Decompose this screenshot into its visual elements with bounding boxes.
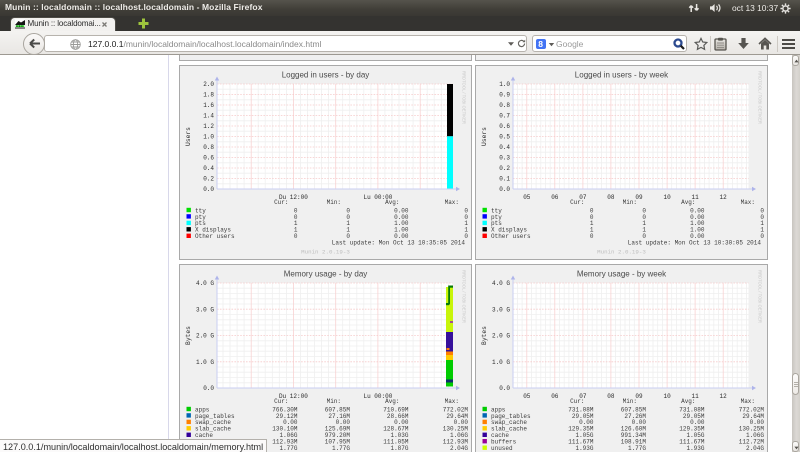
svg-text:Bytes: Bytes: [185, 326, 192, 345]
svg-text:0.2: 0.2: [499, 165, 510, 172]
svg-text:1.0: 1.0: [499, 81, 510, 88]
svg-text:0.6: 0.6: [499, 123, 510, 130]
svg-text:0.0: 0.0: [499, 385, 510, 392]
svg-text:0.0: 0.0: [499, 186, 510, 193]
svg-text:2.0 G: 2.0 G: [196, 333, 214, 340]
svg-text:0.0: 0.0: [203, 186, 214, 193]
svg-text:0.1: 0.1: [499, 176, 510, 183]
svg-text:10: 10: [663, 194, 671, 201]
svg-text:3.0 G: 3.0 G: [196, 307, 214, 314]
svg-text:0.0: 0.0: [203, 385, 214, 392]
svg-text:Cur:: Cur:: [570, 398, 584, 405]
svg-text:Memory usage - by day: Memory usage - by day: [284, 270, 368, 279]
svg-text:0.4: 0.4: [499, 144, 510, 151]
svg-text:1.0: 1.0: [203, 134, 214, 141]
svg-text:Max:: Max:: [741, 199, 755, 206]
svg-text:Cur:: Cur:: [570, 199, 584, 206]
svg-text:Avg:: Avg:: [385, 398, 399, 405]
svg-text:Memory usage - by week: Memory usage - by week: [577, 270, 667, 279]
svg-text:Min:: Min:: [327, 398, 341, 405]
svg-text:1.2: 1.2: [203, 123, 214, 130]
svg-text:1.93G: 1.93G: [575, 445, 593, 452]
svg-text:Other users: Other users: [195, 233, 235, 240]
svg-text:Munin 2.0.19-3: Munin 2.0.19-3: [597, 249, 646, 256]
svg-text:1.6: 1.6: [203, 102, 214, 109]
svg-text:RRDTOOL / TOBI OETIKER: RRDTOOL / TOBI OETIKER: [461, 71, 466, 124]
svg-text:1.4: 1.4: [203, 113, 214, 120]
svg-text:Cur:: Cur:: [274, 398, 288, 405]
svg-text:1.0 G: 1.0 G: [492, 359, 510, 366]
svg-text:Min:: Min:: [327, 199, 341, 206]
svg-text:Max:: Max:: [741, 398, 755, 405]
svg-text:0.9: 0.9: [499, 92, 510, 99]
svg-text:10: 10: [663, 393, 671, 400]
svg-text:0.5: 0.5: [499, 134, 510, 141]
svg-text:0.4: 0.4: [203, 165, 214, 172]
svg-text:1.77G: 1.77G: [279, 445, 297, 452]
svg-text:12: 12: [719, 393, 727, 400]
svg-text:1.8: 1.8: [203, 92, 214, 99]
svg-text:RRDTOOL / TOBI OETIKER: RRDTOOL / TOBI OETIKER: [757, 71, 762, 124]
svg-text:0.7: 0.7: [499, 113, 510, 120]
svg-text:Avg:: Avg:: [681, 199, 695, 206]
svg-text:12: 12: [719, 194, 727, 201]
svg-text:Logged in users - by week: Logged in users - by week: [575, 71, 669, 80]
svg-text:2.0: 2.0: [203, 81, 214, 88]
svg-text:Other users: Other users: [491, 233, 531, 240]
svg-text:Last update: Mon Oct 13 10:35:: Last update: Mon Oct 13 10:35:05 2014: [332, 240, 466, 247]
svg-text:Bytes: Bytes: [481, 326, 488, 345]
svg-text:0: 0: [590, 233, 594, 240]
svg-text:08: 08: [607, 393, 615, 400]
svg-text:Max:: Max:: [445, 398, 459, 405]
svg-text:4.0 G: 4.0 G: [492, 280, 510, 287]
svg-text:08: 08: [607, 194, 615, 201]
svg-text:06: 06: [551, 194, 559, 201]
svg-text:Avg:: Avg:: [385, 199, 399, 206]
svg-text:05: 05: [523, 393, 531, 400]
svg-text:0.3: 0.3: [499, 155, 510, 162]
svg-text:Avg:: Avg:: [681, 398, 695, 405]
svg-text:06: 06: [551, 393, 559, 400]
svg-text:Max:: Max:: [445, 199, 459, 206]
svg-text:Users: Users: [481, 127, 488, 146]
svg-text:1.0 G: 1.0 G: [196, 359, 214, 366]
svg-text:05: 05: [523, 194, 531, 201]
svg-text:RRDTOOL / TOBI OETIKER: RRDTOOL / TOBI OETIKER: [461, 270, 466, 323]
svg-text:RRDTOOL / TOBI OETIKER: RRDTOOL / TOBI OETIKER: [757, 270, 762, 323]
svg-text:0.8: 0.8: [499, 102, 510, 109]
svg-text:Last update: Mon Oct 13 10:30:: Last update: Mon Oct 13 10:30:05 2014: [628, 240, 762, 247]
svg-text:2.0 G: 2.0 G: [492, 333, 510, 340]
svg-text:4.0 G: 4.0 G: [196, 280, 214, 287]
svg-text:Min:: Min:: [623, 199, 637, 206]
svg-text:0: 0: [294, 233, 298, 240]
svg-text:Cur:: Cur:: [274, 199, 288, 206]
svg-text:Logged in users - by day: Logged in users - by day: [282, 71, 370, 80]
svg-text:Users: Users: [185, 127, 192, 146]
svg-text:3.0 G: 3.0 G: [492, 307, 510, 314]
svg-text:0.6: 0.6: [203, 155, 214, 162]
svg-text:0.2: 0.2: [203, 176, 214, 183]
svg-text:Min:: Min:: [623, 398, 637, 405]
svg-text:0.8: 0.8: [203, 144, 214, 151]
svg-text:Munin 2.0.19-3: Munin 2.0.19-3: [301, 249, 350, 256]
svg-text:unused: unused: [491, 445, 513, 452]
